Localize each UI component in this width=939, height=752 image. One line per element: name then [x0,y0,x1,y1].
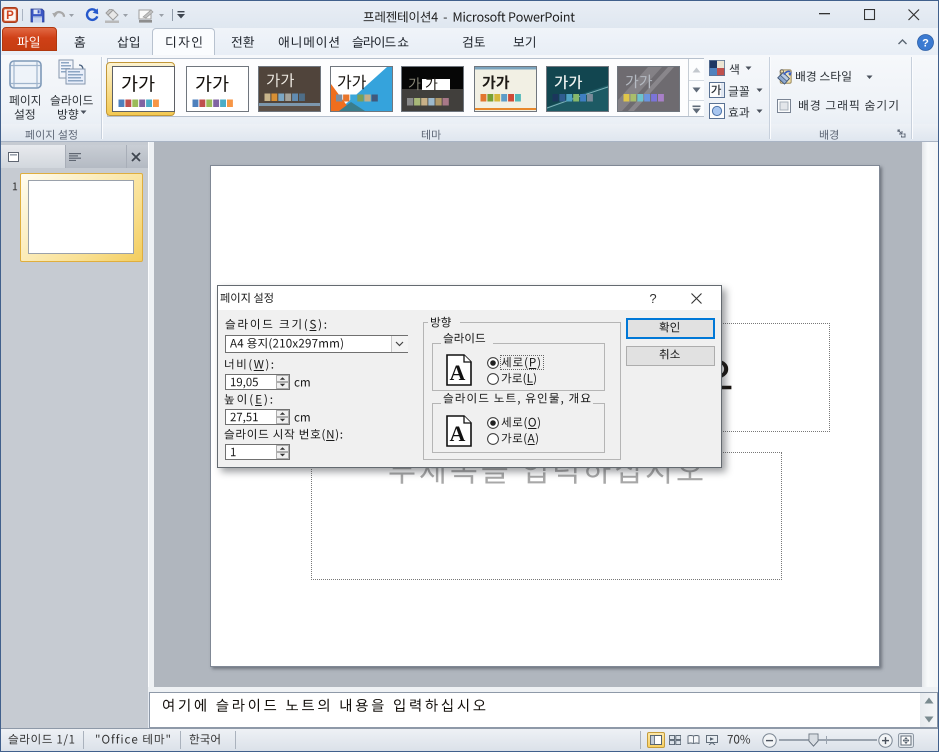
svg-text:P: P [6,10,14,22]
svg-text:?: ? [922,38,929,50]
svg-text:A: A [450,360,466,385]
svg-text:A: A [450,421,466,446]
svg-text:?: ? [649,291,656,305]
